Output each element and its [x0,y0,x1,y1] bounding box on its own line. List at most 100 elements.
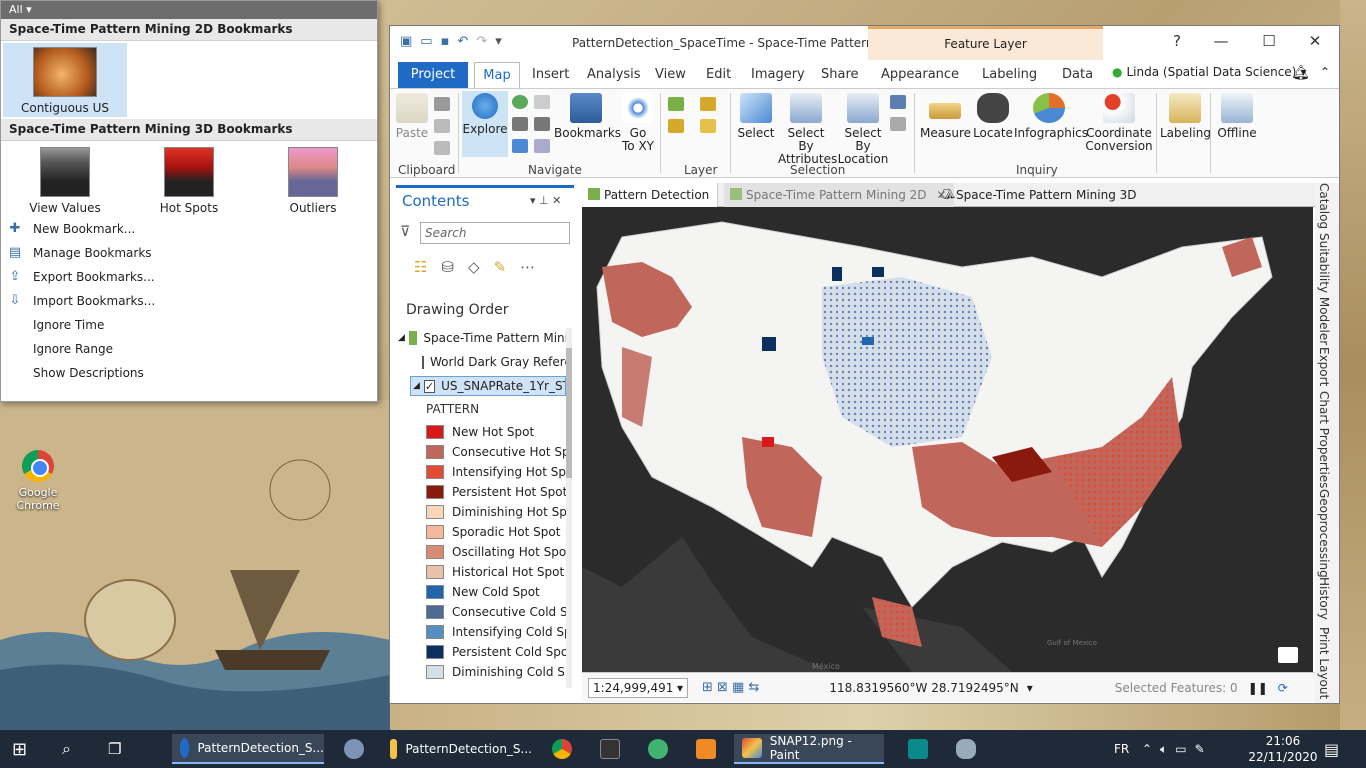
scrollbar-thumb[interactable] [566,348,572,478]
task-view-button[interactable]: ❐ [108,734,121,764]
taskbar-app[interactable] [900,734,936,764]
help-button[interactable]: ? [1162,32,1192,54]
customize-icon[interactable]: ▾ [495,34,502,49]
pane-options-icon[interactable]: ▾ ⊥ ✕ [530,194,561,207]
tab-share[interactable]: Share [821,67,859,82]
close-button[interactable]: ✕ [1300,32,1330,54]
bookmarks-filter[interactable]: All ▾ [1,1,377,19]
feature-layer-item[interactable]: ◢ ✓ US_SNAPRate_1Yr_STN_ [410,376,566,396]
tab-3d-scene[interactable]: ⛺︎ Space-Time Pattern Mining 3D [934,183,1145,207]
copy-icon[interactable] [434,119,450,133]
infographics-button[interactable]: Infographics [1014,93,1088,140]
taskbar-chrome[interactable] [544,734,580,764]
offline-button[interactable]: Offline [1212,93,1262,140]
menu-show-descriptions[interactable]: Show Descriptions [1,361,377,385]
expand-icon[interactable]: ◢ [413,381,420,391]
layer-visibility-checkbox[interactable]: ✓ [423,379,436,393]
select-button[interactable]: Select [736,93,776,140]
bookmarks-button[interactable]: Bookmarks [554,93,621,140]
tab-project[interactable]: Project [398,62,468,88]
undo-icon[interactable]: ↶ [457,34,468,49]
map-view[interactable]: Gulf of Mexico México [582,207,1313,672]
data-source-icon[interactable]: ⛁ [441,258,454,276]
map-tools-icons[interactable]: ⊞ ⊠ ▦ ⇆ [702,680,759,695]
paste-button[interactable]: Paste [394,93,430,140]
tab-view[interactable]: View [655,67,686,82]
tab-pattern-detection[interactable]: Pattern Detection [582,183,719,207]
attributes-icon[interactable] [890,95,906,109]
new-project-icon[interactable]: ▣ [400,34,412,49]
sidetab-print-layout[interactable]: Print Layout [1317,627,1331,699]
zoom-in-icon[interactable] [512,117,528,131]
taskbar-paint[interactable]: SNAP12.png - Paint [734,734,884,764]
add-preset-icon[interactable] [700,97,716,111]
add-data-icon[interactable] [668,97,684,111]
next-extent-icon[interactable] [534,139,550,153]
battery-icon[interactable]: ▭ [1175,742,1186,756]
chevron-up-icon[interactable]: ⌃ [1142,742,1152,756]
copy-path-icon[interactable] [434,141,450,155]
tab-insert[interactable]: Insert [532,67,569,82]
tab-data[interactable]: Data [1062,67,1093,82]
scale-selector[interactable]: 1:24,999,491 ▾ [588,677,688,698]
sidetab-chart-properties[interactable]: Chart Properties [1317,391,1331,488]
menu-ignore-range[interactable]: Ignore Range [1,337,377,361]
sidetab-history[interactable]: History [1317,577,1331,620]
contents-search-input[interactable]: Search [420,222,570,244]
taskbar-terminal[interactable] [592,734,628,764]
taskbar-sublime[interactable] [688,734,724,764]
taskbar-r[interactable] [336,734,372,764]
action-center-button[interactable]: ▤ [1324,734,1339,764]
measure-button[interactable]: Measure [920,93,971,140]
taskbar-app-2[interactable] [948,734,984,764]
pause-icon[interactable]: ❚❚ [1248,681,1268,695]
menu-ignore-time[interactable]: Ignore Time [1,313,377,337]
coordinate-conversion-button[interactable]: Coordinate Conversion [1084,93,1154,153]
more-icon[interactable]: ⋯ [520,258,535,276]
clear-selection-icon[interactable] [890,117,906,131]
taskbar-explorer[interactable]: PatternDetection_S... [382,734,532,764]
fixed-zoom-icon[interactable] [534,95,550,109]
sidetab-geoprocessing[interactable]: Geoprocessing [1317,489,1331,578]
basemap-icon[interactable] [700,119,716,133]
menu-import-bookmarks[interactable]: ⇩ Import Bookmarks... [1,289,377,313]
full-extent-icon[interactable] [512,95,528,109]
tab-imagery[interactable]: Imagery [751,67,805,82]
volume-icon[interactable]: 🔈︎ [1160,742,1167,757]
desktop-icon-chrome[interactable]: Google Chrome [10,450,66,512]
add-graphics-icon[interactable] [668,119,684,133]
sidetab-catalog[interactable]: Catalog [1317,183,1331,229]
go-to-xy-button[interactable]: Go To XY [618,93,658,153]
taskbar-arcgis[interactable]: PatternDetection_S... [172,734,324,764]
filter-icon[interactable]: ⊽ [400,224,410,240]
search-button[interactable]: ⌕ [62,734,71,764]
menu-new-bookmark[interactable]: ✚ New Bookmark... [1,217,377,241]
contents-scrollbar[interactable] [566,328,572,688]
map-layer-item[interactable]: ◢ Space-Time Pattern Mini [398,328,568,348]
save-icon[interactable]: ▪ [441,34,450,49]
editing-view-icon[interactable]: ✎ [494,258,507,276]
pen-icon[interactable]: ✎ [1195,742,1205,756]
sidetab-suitability-modeler[interactable]: Suitability Modeler [1317,233,1331,345]
menu-export-bookmarks[interactable]: ⇪ Export Bookmarks... [1,265,377,289]
expand-icon[interactable]: ◢ [398,333,405,343]
drawing-order-icon[interactable]: ☷ [414,258,427,276]
labeling-button[interactable]: Labeling [1160,93,1211,140]
explore-button[interactable]: Explore [462,91,508,157]
select-by-location-button[interactable]: Select By Location [836,93,890,166]
tab-2d-map[interactable]: Space-Time Pattern Mining 2D ✕ [724,183,955,207]
bookmark-hot-spots[interactable]: Hot Spots [139,147,239,215]
bookmark-view-values[interactable]: View Values [15,147,115,215]
chevron-down-icon[interactable]: ▾ [1027,681,1033,695]
notifications-icon[interactable]: 🔔︎ [1292,65,1310,81]
refresh-icon[interactable]: ⟳ [1278,681,1288,695]
sidetab-export[interactable]: Export [1317,347,1331,386]
locate-button[interactable]: Locate [972,93,1014,140]
collapse-ribbon-icon[interactable]: ⌃ [1320,65,1330,79]
start-button[interactable]: ⊞ [12,734,27,764]
select-by-attributes-button[interactable]: Select By Attributes [778,93,837,166]
user-account[interactable]: ● Linda (Spatial Data Science) ▾ [1112,65,1306,79]
tab-appearance[interactable]: Appearance [881,67,959,82]
map-overview-icon[interactable] [1278,647,1298,663]
layer-visibility-checkbox[interactable] [422,355,424,369]
